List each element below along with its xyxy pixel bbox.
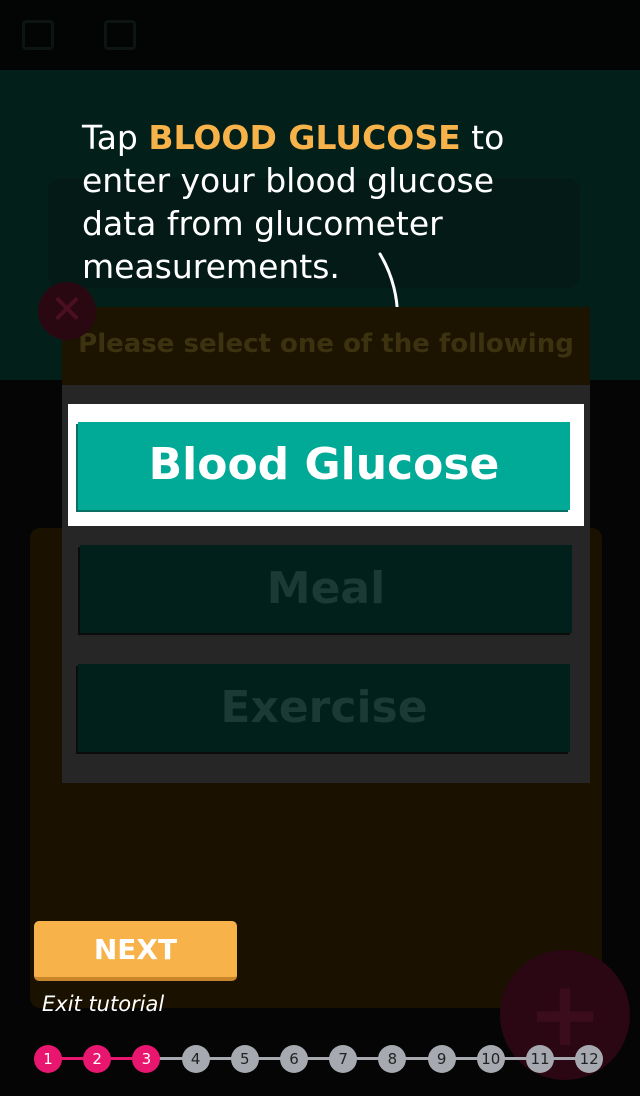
instruction-highlight: BLOOD GLUCOSE bbox=[148, 118, 461, 157]
step-9: 9 bbox=[427, 1045, 456, 1073]
exercise-button[interactable]: Exercise bbox=[78, 664, 570, 752]
step-4: 4 bbox=[181, 1045, 210, 1073]
step-2: 2 bbox=[83, 1045, 112, 1073]
dialog-title: Please select one of the following bbox=[78, 329, 574, 359]
step-11: 11 bbox=[526, 1045, 554, 1073]
close-button[interactable]: ✕ bbox=[38, 282, 96, 340]
app-top-bar bbox=[0, 0, 640, 70]
instruction-text: Tap bbox=[82, 118, 149, 157]
menu-icon[interactable] bbox=[22, 20, 54, 50]
meal-button[interactable]: Meal bbox=[80, 545, 572, 633]
add-entry-button[interactable]: + bbox=[500, 950, 630, 1080]
step-12: 12 bbox=[575, 1045, 604, 1073]
close-icon: ✕ bbox=[50, 287, 84, 333]
step-10: 10 bbox=[476, 1045, 505, 1073]
dialog-header: Please select one of the following bbox=[62, 307, 590, 385]
blood-glucose-button[interactable]: Blood Glucose bbox=[78, 422, 570, 510]
step-7: 7 bbox=[329, 1045, 358, 1073]
step-5: 5 bbox=[230, 1045, 259, 1073]
next-button[interactable]: NEXT bbox=[34, 921, 237, 981]
calendar-icon[interactable] bbox=[104, 20, 136, 50]
exit-tutorial-link[interactable]: Exit tutorial bbox=[42, 992, 164, 1016]
step-1: 1 bbox=[34, 1045, 62, 1073]
step-6: 6 bbox=[280, 1045, 308, 1073]
plus-icon: + bbox=[527, 962, 603, 1067]
tutorial-instruction: Tap BLOOD GLUCOSE to enter your blood gl… bbox=[82, 116, 522, 288]
